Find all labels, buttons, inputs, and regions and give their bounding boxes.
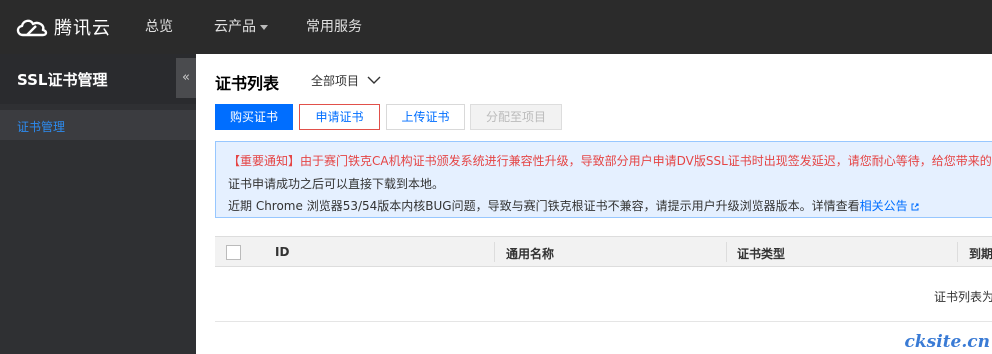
- sidebar-header: SSL证书管理: [0, 54, 196, 104]
- nav-products[interactable]: 云产品: [214, 0, 268, 54]
- nav-products-label: 云产品: [214, 19, 256, 35]
- column-divider: [494, 242, 495, 262]
- project-select-value: 全部项目: [311, 74, 360, 88]
- upload-certificate-button[interactable]: 上传证书: [386, 104, 465, 130]
- column-divider: [957, 242, 958, 262]
- sidebar-item-cert-management[interactable]: 证书管理: [0, 110, 196, 140]
- table-empty-message: 证书列表为: [934, 290, 992, 304]
- assign-to-project-button[interactable]: 分配至项目: [470, 104, 562, 130]
- project-select[interactable]: 全部项目: [311, 72, 381, 89]
- column-divider: [726, 242, 727, 262]
- page-title: 证书列表: [215, 74, 280, 93]
- nav-common-services[interactable]: 常用服务: [306, 0, 362, 54]
- sidebar: SSL证书管理 « 证书管理: [0, 54, 196, 354]
- notice-chrome-text: 近期 Chrome 浏览器53/54版本内核BUG问题，导致与赛门铁克根证书不兼…: [228, 199, 860, 213]
- related-announcement-link[interactable]: 相关公告: [860, 199, 908, 213]
- notice-chrome-bug: 近期 Chrome 浏览器53/54版本内核BUG问题，导致与赛门铁克根证书不兼…: [228, 197, 919, 214]
- chevron-down-icon: [260, 24, 268, 30]
- logo[interactable]: 腾讯云: [14, 13, 111, 41]
- watermark: cksite.cn: [904, 332, 990, 352]
- buy-certificate-button[interactable]: 购买证书: [215, 104, 293, 130]
- nav-overview[interactable]: 总览: [145, 0, 173, 54]
- column-header-common-name[interactable]: 通用名称: [506, 245, 554, 262]
- sidebar-item-label: 证书管理: [17, 120, 66, 134]
- logo-text: 腾讯云: [54, 18, 111, 39]
- notice-banner: 【重要通知】由于赛门铁克CA机构证书颁发系统进行兼容性升级，导致部分用户申请DV…: [215, 141, 992, 218]
- table-bottom-border: [215, 321, 992, 322]
- nav-common-services-label: 常用服务: [306, 19, 362, 35]
- column-header-expiry[interactable]: 到期: [969, 245, 992, 262]
- apply-certificate-button[interactable]: 申请证书: [299, 104, 380, 130]
- nav-overview-label: 总览: [145, 19, 173, 35]
- notice-important: 【重要通知】由于赛门铁克CA机构证书颁发系统进行兼容性升级，导致部分用户申请DV…: [228, 154, 992, 168]
- chevron-down-icon: [367, 76, 381, 84]
- external-link-icon: [911, 203, 919, 210]
- collapse-sidebar-button[interactable]: «: [176, 58, 196, 98]
- notice-download-tip: 证书申请成功之后可以直接下载到本地。: [228, 177, 445, 191]
- top-navbar: 腾讯云 总览 云产品 常用服务: [0, 0, 992, 54]
- select-all-checkbox[interactable]: [226, 245, 241, 260]
- column-header-cert-type[interactable]: 证书类型: [737, 245, 785, 262]
- column-header-id[interactable]: ID: [275, 245, 289, 259]
- sidebar-title: SSL证书管理: [17, 71, 108, 89]
- table-header: ID 通用名称 证书类型 到期: [215, 236, 992, 267]
- cloud-logo-icon: [16, 19, 48, 37]
